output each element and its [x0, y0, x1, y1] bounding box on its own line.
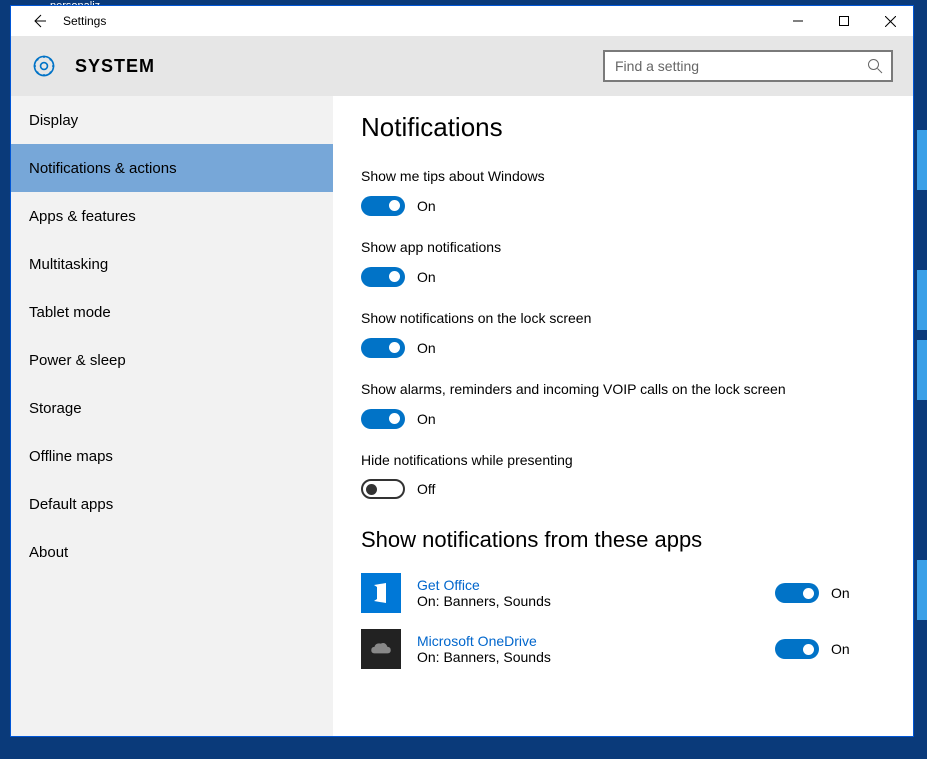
- onedrive-icon: [361, 629, 401, 669]
- settings-window: Settings SYSTEM: [10, 5, 914, 737]
- toggle-hide-presenting[interactable]: [361, 479, 405, 499]
- apps-heading: Show notifications from these apps: [361, 527, 885, 553]
- maximize-button[interactable]: [821, 6, 867, 36]
- app-row-get-office[interactable]: Get Office On: Banners, Sounds On: [361, 573, 885, 613]
- minimize-icon: [793, 16, 803, 26]
- sidebar: Display Notifications & actions Apps & f…: [11, 96, 333, 736]
- sidebar-item-storage[interactable]: Storage: [11, 384, 333, 432]
- setting-label: Hide notifications while presenting: [361, 451, 801, 470]
- toggle-state: On: [417, 411, 436, 427]
- desktop-tile: [917, 130, 927, 190]
- close-button[interactable]: [867, 6, 913, 36]
- sidebar-item-about[interactable]: About: [11, 528, 333, 576]
- close-icon: [885, 16, 896, 27]
- app-detail: On: Banners, Sounds: [417, 649, 775, 665]
- app-detail: On: Banners, Sounds: [417, 593, 775, 609]
- setting-label: Show notifications on the lock screen: [361, 309, 801, 328]
- toggle-lock-screen-notifications[interactable]: [361, 338, 405, 358]
- arrow-left-icon: [31, 13, 47, 29]
- toggle-app-get-office[interactable]: [775, 583, 819, 603]
- search-input[interactable]: [615, 58, 867, 74]
- toggle-tips[interactable]: [361, 196, 405, 216]
- toggle-state: On: [417, 198, 436, 214]
- search-box[interactable]: [603, 50, 893, 82]
- app-row-onedrive[interactable]: Microsoft OneDrive On: Banners, Sounds O…: [361, 629, 885, 669]
- setting-label: Show alarms, reminders and incoming VOIP…: [361, 380, 801, 399]
- content: Notifications Show me tips about Windows…: [333, 96, 913, 736]
- back-button[interactable]: [23, 6, 55, 36]
- section-heading: Notifications: [361, 112, 885, 143]
- window-title: Settings: [63, 14, 775, 28]
- toggle-state: On: [417, 269, 436, 285]
- maximize-icon: [839, 16, 849, 26]
- setting-hide-presenting: Hide notifications while presenting Off: [361, 451, 885, 500]
- setting-label: Show me tips about Windows: [361, 167, 801, 186]
- sidebar-item-multitasking[interactable]: Multitasking: [11, 240, 333, 288]
- desktop-tile: [917, 560, 927, 620]
- sidebar-item-default-apps[interactable]: Default apps: [11, 480, 333, 528]
- app-name: Microsoft OneDrive: [417, 633, 775, 649]
- header: SYSTEM: [11, 36, 913, 96]
- window-controls: [775, 6, 913, 36]
- page-title: SYSTEM: [75, 56, 603, 77]
- sidebar-item-power-sleep[interactable]: Power & sleep: [11, 336, 333, 384]
- setting-app-notifications: Show app notifications On: [361, 238, 885, 287]
- toggle-app-onedrive[interactable]: [775, 639, 819, 659]
- setting-tips: Show me tips about Windows On: [361, 167, 885, 216]
- body: Display Notifications & actions Apps & f…: [11, 96, 913, 736]
- setting-alarms-voip: Show alarms, reminders and incoming VOIP…: [361, 380, 885, 429]
- sidebar-item-notifications-actions[interactable]: Notifications & actions: [11, 144, 333, 192]
- desktop-tile: [917, 340, 927, 400]
- gear-icon: [31, 53, 57, 79]
- sidebar-item-tablet-mode[interactable]: Tablet mode: [11, 288, 333, 336]
- minimize-button[interactable]: [775, 6, 821, 36]
- office-icon: [361, 573, 401, 613]
- toggle-app-notifications[interactable]: [361, 267, 405, 287]
- desktop-tile: [917, 270, 927, 330]
- toggle-state: On: [831, 641, 850, 657]
- setting-lock-screen-notifications: Show notifications on the lock screen On: [361, 309, 885, 358]
- search-icon: [867, 58, 883, 74]
- setting-label: Show app notifications: [361, 238, 801, 257]
- toggle-state: Off: [417, 481, 435, 497]
- sidebar-item-offline-maps[interactable]: Offline maps: [11, 432, 333, 480]
- app-name: Get Office: [417, 577, 775, 593]
- toggle-alarms-voip[interactable]: [361, 409, 405, 429]
- sidebar-item-apps-features[interactable]: Apps & features: [11, 192, 333, 240]
- toggle-state: On: [831, 585, 850, 601]
- toggle-state: On: [417, 340, 436, 356]
- titlebar[interactable]: Settings: [11, 6, 913, 36]
- sidebar-item-display[interactable]: Display: [11, 96, 333, 144]
